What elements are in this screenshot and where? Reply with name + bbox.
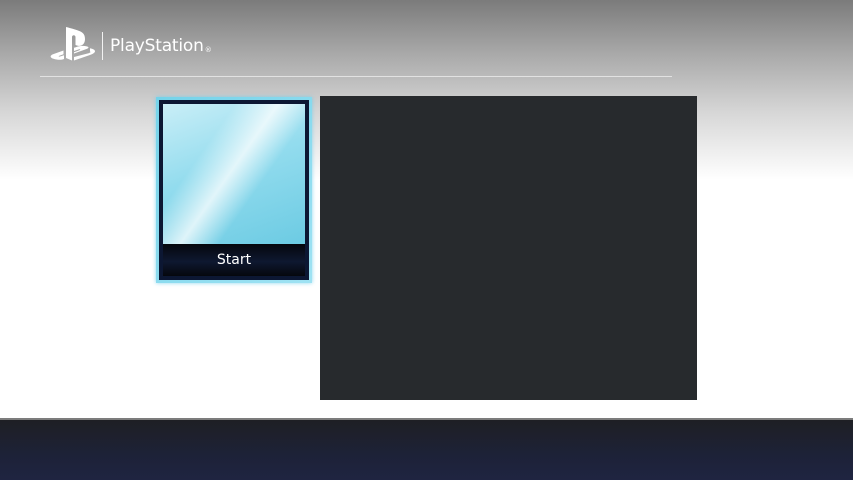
start-tile[interactable]: Start [156,97,312,283]
start-tile-frame: Start [159,100,309,280]
playstation-brand: PlayStation ® [50,26,212,66]
preview-panel [320,96,697,400]
registered-mark: ® [204,46,212,54]
start-tile-label: Start [216,252,252,268]
start-tile-label-bar: Start [163,244,305,276]
header-divider [40,76,672,77]
playstation-logo-icon [50,27,95,61]
start-tile-artwork [163,104,305,244]
footer-bar [0,420,853,480]
brand-name: PlayStation [110,36,204,56]
brand-divider [102,32,103,60]
